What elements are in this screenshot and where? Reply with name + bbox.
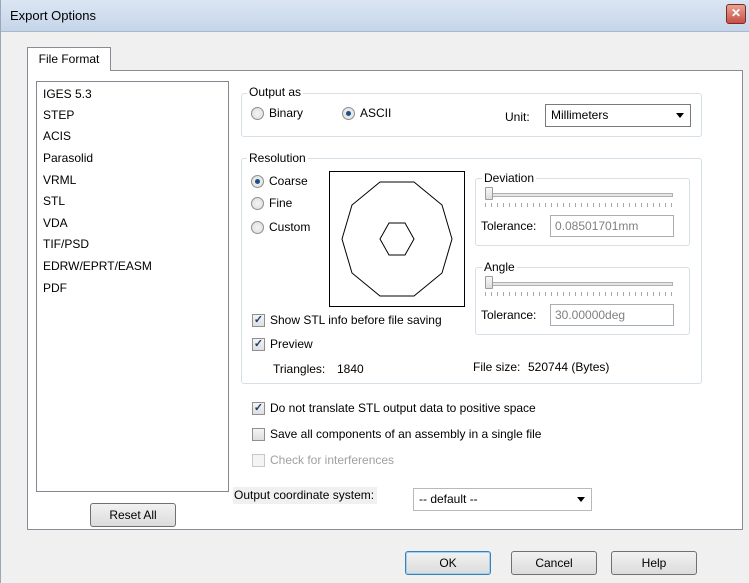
binary-label: Binary (269, 106, 304, 120)
coordinate-system-select[interactable]: -- default -- (413, 488, 592, 511)
checkmark-icon: ✓ (253, 314, 264, 326)
format-item-tif-psd[interactable]: TIF/PSD (43, 234, 89, 254)
format-item-iges[interactable]: IGES 5.3 (43, 84, 92, 104)
reset-all-button[interactable]: Reset All (90, 503, 176, 527)
format-item-vrml[interactable]: VRML (43, 170, 76, 190)
deviation-slider-ticks (485, 203, 673, 207)
save-single-file-checkbox[interactable] (252, 428, 265, 441)
file-size-label: File size: (473, 360, 521, 374)
check-interferences-label: Check for interferences (270, 453, 395, 467)
no-translate-label: Do not translate STL output data to posi… (270, 401, 536, 415)
title-bar: Export Options ✕ (1, 0, 749, 32)
tessellation-preview-graphic (341, 181, 453, 297)
show-stl-info-label: Show STL info before file saving (270, 313, 442, 327)
format-item-parasolid[interactable]: Parasolid (43, 148, 93, 168)
angle-slider-ticks (485, 292, 673, 296)
close-icon: ✕ (730, 6, 742, 20)
deviation-slider-thumb[interactable] (485, 187, 493, 200)
cancel-button[interactable]: Cancel (511, 551, 597, 575)
unit-label: Unit: (505, 110, 530, 124)
format-item-step[interactable]: STEP (43, 105, 74, 125)
show-stl-info-checkbox[interactable]: ✓ (252, 314, 265, 327)
format-item-stl[interactable]: STL (43, 191, 65, 211)
checkmark-icon: ✓ (253, 338, 264, 350)
check-interferences-checkbox[interactable] (252, 454, 265, 467)
fine-radio[interactable] (251, 197, 264, 210)
custom-radio[interactable] (251, 221, 264, 234)
help-button[interactable]: Help (611, 551, 697, 575)
file-size-value: 520744 (Bytes) (528, 360, 610, 374)
chevron-down-icon (676, 113, 684, 118)
format-item-edrw[interactable]: EDRW/EPRT/EASM (43, 256, 152, 276)
window-title: Export Options (10, 8, 96, 23)
angle-tolerance-field[interactable]: 30.00000deg (550, 304, 674, 326)
export-options-dialog: Export Options ✕ File Format IGES 5.3 ST… (0, 0, 749, 583)
coarse-label: Coarse (269, 174, 308, 188)
deviation-tolerance-label: Tolerance: (481, 219, 537, 233)
ascii-label: ASCII (360, 106, 392, 120)
binary-radio[interactable] (251, 107, 264, 120)
fine-label: Fine (269, 196, 293, 210)
deviation-label: Deviation (482, 171, 537, 185)
output-as-label: Output as (247, 85, 304, 99)
save-single-file-label: Save all components of an assembly in a … (270, 427, 542, 441)
angle-slider-track (485, 282, 673, 286)
deviation-tolerance-field[interactable]: 0.08501701mm (550, 215, 674, 237)
format-item-pdf[interactable]: PDF (43, 278, 67, 298)
coarse-radio[interactable] (251, 175, 264, 188)
custom-label: Custom (269, 220, 311, 234)
checkmark-icon: ✓ (253, 402, 264, 414)
format-item-vda[interactable]: VDA (43, 213, 68, 233)
ok-button[interactable]: OK (405, 551, 491, 575)
close-button[interactable]: ✕ (726, 4, 746, 24)
format-list[interactable]: IGES 5.3 STEP ACIS Parasolid VRML STL VD… (36, 81, 229, 492)
coordinate-system-label: Output coordinate system: (233, 487, 378, 504)
angle-label: Angle (482, 260, 517, 274)
tab-label: File Format (38, 52, 100, 66)
tab-file-format[interactable]: File Format (27, 47, 111, 71)
angle-tolerance-label: Tolerance: (481, 308, 537, 322)
ascii-radio[interactable] (342, 107, 355, 120)
angle-slider-thumb[interactable] (485, 276, 493, 289)
deviation-slider-track (485, 193, 673, 197)
preview-checkbox[interactable]: ✓ (252, 338, 265, 351)
coordinate-system-value: -- default -- (419, 492, 478, 506)
resolution-label: Resolution (247, 151, 308, 165)
no-translate-checkbox[interactable]: ✓ (252, 402, 265, 415)
unit-select[interactable]: Millimeters (545, 104, 691, 127)
format-item-acis[interactable]: ACIS (43, 126, 71, 146)
unit-select-value: Millimeters (551, 108, 609, 122)
chevron-down-icon (577, 497, 585, 502)
inner-hexagon-shape (379, 222, 415, 256)
triangles-value: 1840 (337, 362, 364, 376)
tessellation-preview (329, 171, 465, 307)
triangles-label: Triangles: (273, 362, 326, 376)
outer-decagon-shape (341, 181, 453, 297)
preview-label: Preview (270, 337, 313, 351)
